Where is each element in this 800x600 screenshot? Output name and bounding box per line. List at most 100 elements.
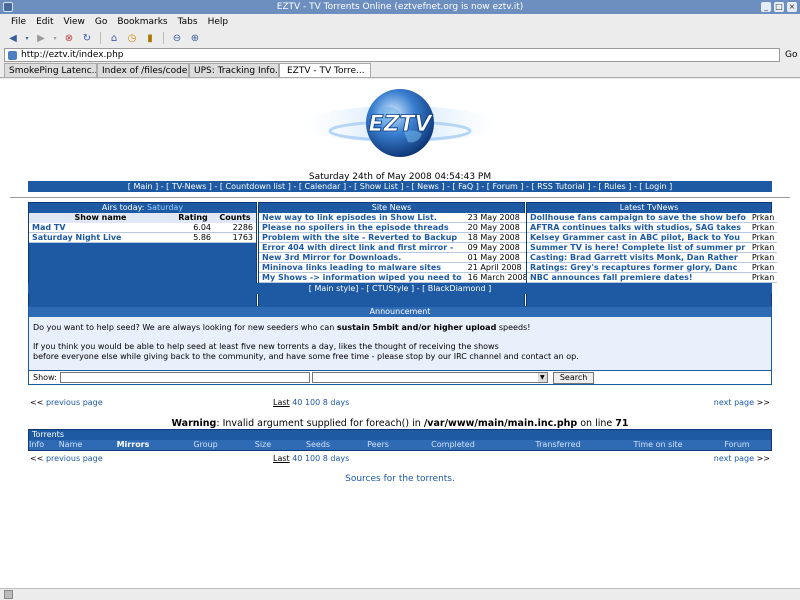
col-peers: Peers [367, 440, 389, 449]
tvnews-link[interactable]: AFTRA continues talks with studios, SAG … [527, 222, 749, 233]
tvnews-link[interactable]: Dollhouse fans campaign to save the show… [527, 213, 749, 223]
news-link[interactable]: Error 404 with direct link and first mir… [259, 242, 465, 253]
tvnews-link[interactable]: Casting: Brad Garrett visits Monk, Dan R… [527, 252, 749, 263]
col-forum: Forum [724, 440, 750, 449]
back-dropdown-icon[interactable]: ▾ [24, 31, 30, 45]
news-date: 21 April 2008 [464, 262, 531, 273]
table-row: My Shows -> information wiped you need t… [259, 272, 531, 283]
search-input[interactable] [59, 372, 310, 383]
tab-label: Index of /files/code [102, 65, 188, 76]
home-icon[interactable]: ⌂ [107, 31, 121, 45]
warning-label: Warning [171, 418, 217, 429]
prev-page: << previous page [30, 454, 103, 463]
stop-icon[interactable]: ⊗ [62, 31, 76, 45]
forward-dropdown-icon[interactable]: ▾ [52, 31, 58, 45]
announcement-body: Do you want to help seed? We are always … [29, 317, 771, 368]
col-transferred: Transferred [535, 440, 581, 449]
show-link[interactable]: Saturday Night Live [29, 232, 172, 243]
forward-icon[interactable]: ▶ [34, 31, 48, 45]
tab-close-icon[interactable]: ✕ [369, 66, 370, 75]
menu-help[interactable]: Help [203, 17, 234, 27]
tab-ups-tracking[interactable]: UPS: Tracking Info... [189, 63, 279, 77]
tvnews-author: Prkan [748, 232, 778, 243]
zoom-in-icon[interactable]: ⊕ [188, 31, 202, 45]
tvnews-link[interactable]: Summer TV is here! Complete list of summ… [527, 242, 749, 253]
tvnews-link[interactable]: Kelsey Grammer cast in ABC pilot, Back t… [527, 232, 749, 243]
tab-label: SmokePing Latenc... [9, 65, 97, 76]
menu-bookmarks[interactable]: Bookmarks [112, 17, 172, 27]
announcement-text: Do you want to help seed? We are always … [33, 323, 337, 332]
security-status-icon [4, 590, 13, 599]
tab-smokeping[interactable]: SmokePing Latenc... [4, 63, 97, 77]
news-link[interactable]: Please no spoilers in the episode thread… [259, 222, 465, 233]
previous-page-link[interactable]: previous page [46, 454, 103, 463]
counts-value: 2286 [214, 222, 256, 233]
next-page: next page >> [714, 454, 770, 463]
address-bar: http://eztv.it/index.php Go [0, 47, 800, 63]
tv-news-table: Dollhouse fans campaign to save the show… [527, 213, 778, 283]
news-link[interactable]: My Shows -> information wiped you need t… [259, 272, 465, 283]
tvnews-author: Prkan [748, 272, 778, 283]
table-row: New 3rd Mirror for Downloads. 01 May 2008 [259, 252, 531, 263]
app-icon[interactable] [3, 2, 13, 12]
tvnews-author: Prkan [748, 213, 778, 223]
page-content: EZTV Saturday 24th of May 2008 04:54:43 … [0, 79, 800, 588]
last-filter: Last 40 100 8 days [273, 398, 349, 407]
last-label: Last [273, 398, 290, 407]
show-link[interactable]: Mad TV [29, 222, 172, 233]
table-row: Ratings: Grey's recaptures former glory,… [527, 262, 778, 273]
airs-today-header: Airs today: Saturday [29, 203, 256, 213]
tab-eztv[interactable]: EZTV - TV Torre... ✕ [279, 63, 371, 77]
go-button[interactable]: Go [785, 50, 797, 60]
news-date: 01 May 2008 [464, 252, 531, 263]
next-page-link[interactable]: next page [714, 398, 754, 407]
table-row: Summer TV is here! Complete list of summ… [527, 242, 778, 253]
announcement-text: speeds! [496, 323, 531, 332]
table-row: Saturday Night Live 5.86 1763 [29, 232, 256, 243]
search-button[interactable]: Search [552, 371, 595, 384]
next-page: next page >> [714, 398, 770, 407]
style-switcher[interactable]: [ Main style] - [ CTUStyle ] - [ BlackDi… [28, 283, 772, 294]
menu-file[interactable]: File [6, 17, 31, 27]
main-nav[interactable]: [ Main ] - [ TV-News ] - [ Countdown lis… [28, 181, 772, 192]
menu-tabs[interactable]: Tabs [173, 17, 203, 27]
menu-view[interactable]: View [59, 17, 90, 27]
reload-icon[interactable]: ↻ [80, 31, 94, 45]
last-links[interactable]: 40 100 8 days [292, 398, 349, 407]
minimize-icon[interactable]: _ [761, 2, 771, 12]
news-date: 16 March 2008 [464, 272, 531, 283]
counts-value: 1763 [214, 232, 256, 243]
previous-page-link[interactable]: previous page [46, 398, 103, 407]
maximize-icon[interactable]: □ [774, 2, 784, 12]
news-link[interactable]: New 3rd Mirror for Downloads. [259, 252, 465, 263]
news-link[interactable]: Mininova links leading to malware sites [259, 262, 465, 273]
tab-index-files[interactable]: Index of /files/code [97, 63, 189, 77]
sources-link[interactable]: Sources for the torrents. [0, 474, 800, 484]
col-counts: Counts [214, 213, 256, 223]
next-page-link[interactable]: next page [714, 454, 754, 463]
announcement-line1: Do you want to help seed? We are always … [33, 323, 767, 333]
tvnews-link[interactable]: NBC announces fall premiere dates! [527, 272, 749, 283]
news-link[interactable]: Problem with the site - Reverted to Back… [259, 232, 465, 243]
history-icon[interactable]: ◷ [125, 31, 139, 45]
tvnews-link[interactable]: Ratings: Grey's recaptures former glory,… [527, 262, 749, 273]
show-select[interactable]: ▼ [311, 372, 548, 383]
chevron-down-icon: ▼ [537, 373, 547, 382]
menu-edit[interactable]: Edit [31, 17, 58, 27]
table-row: Casting: Brad Garrett visits Monk, Dan R… [527, 252, 778, 263]
col-seeds: Seeds [305, 440, 331, 449]
back-icon[interactable]: ◀ [6, 31, 20, 45]
site-news-title: Site News [259, 203, 524, 213]
tvnews-author: Prkan [748, 222, 778, 233]
menu-go[interactable]: Go [90, 17, 112, 27]
last-links[interactable]: 40 100 8 days [292, 454, 349, 463]
zoom-out-icon[interactable]: ⊖ [170, 31, 184, 45]
table-row: NBC announces fall premiere dates! Prkan [527, 272, 778, 283]
url-input[interactable]: http://eztv.it/index.php [4, 48, 780, 62]
news-link[interactable]: New way to link episodes in Show List. [259, 213, 465, 223]
warning-text: on line [577, 418, 616, 429]
table-row: Error 404 with direct link and first mir… [259, 242, 531, 253]
table-row: Mad TV 6.04 2286 [29, 222, 256, 233]
bookmarks-icon[interactable]: ▮ [143, 31, 157, 45]
close-icon[interactable]: × [787, 2, 797, 12]
